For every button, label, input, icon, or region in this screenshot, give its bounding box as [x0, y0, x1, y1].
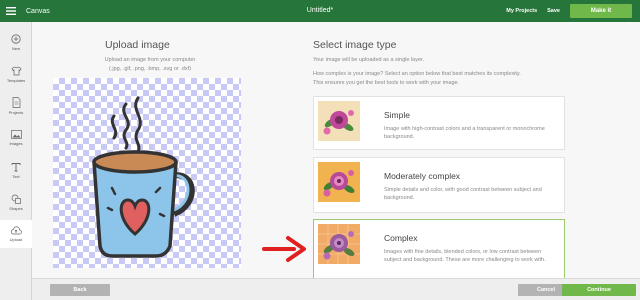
app-title: Canvas [26, 7, 50, 15]
image-icon [10, 130, 22, 139]
option-moderately-complex[interactable]: Moderately complex Simple details and co… [313, 157, 565, 213]
sidebar-label-upload: Upload [9, 237, 23, 242]
option-complex-title: Complex [384, 233, 418, 243]
sidebar-item-images[interactable]: Images [0, 124, 32, 152]
sidebar-item-templates[interactable]: Templates [0, 60, 32, 88]
back-button[interactable]: Back [50, 284, 110, 296]
option-moderate-description: Simple details and color, with good cont… [384, 187, 542, 201]
simple-flower-thumbnail [318, 101, 360, 141]
option-simple-title: Simple [384, 110, 410, 120]
sidebar-label-new: New [11, 45, 20, 51]
plus-circle-icon [11, 33, 21, 44]
sidebar-item-text[interactable]: Text [0, 156, 32, 184]
sidebar-item-projects[interactable]: Projects [0, 92, 32, 120]
shapes-icon [11, 194, 21, 204]
option-moderate-title: Moderately complex [384, 171, 461, 181]
upload-cloud-icon [11, 226, 22, 235]
option-simple-description: Image with high-contrast colors and a tr… [384, 126, 545, 140]
sidebar-item-upload[interactable]: Upload [0, 220, 32, 248]
option-complex-description: Images with fine details, blended colors… [384, 249, 546, 263]
sidebar-label-projects: Projects [8, 110, 24, 115]
save-link[interactable]: Save [547, 8, 560, 14]
left-sidebar: New Templates Projects Images Text Shape… [0, 22, 32, 300]
bottom-bar: Back Cancel Continue [32, 278, 640, 300]
text-icon [11, 162, 21, 171]
continue-button[interactable]: Continue [562, 284, 636, 296]
complexity-question: How complex is your image? Select an opt… [313, 71, 521, 77]
sidebar-item-shapes[interactable]: Shapes [0, 188, 32, 216]
make-it-button[interactable]: Make it [570, 4, 632, 18]
complexity-explanation: This ensures you get the best tools to w… [313, 80, 460, 86]
supported-formats: (.jpg, .gif, .png, .bmp, .svg or .dxf) [109, 66, 191, 72]
sidebar-label-shapes: Shapes [9, 205, 23, 211]
hamburger-menu-icon[interactable] [0, 0, 22, 22]
top-bar: Canvas Untitled* My Projects Save Make i… [0, 0, 640, 22]
my-projects-link[interactable]: My Projects [506, 8, 537, 14]
sidebar-label-templates: Templates [6, 77, 26, 83]
red-arrow-icon [262, 236, 306, 262]
sidebar-label-images: Images [9, 141, 23, 146]
option-complex[interactable]: Complex Images with fine details, blende… [313, 219, 565, 279]
upload-instructions: Upload an image from your computer [104, 57, 196, 63]
tshirt-icon [11, 66, 21, 75]
complex-flower-thumbnail [318, 224, 360, 264]
option-simple[interactable]: Simple Image with high-contrast colors a… [313, 96, 565, 150]
select-image-type-heading: Select image type [313, 39, 397, 51]
sidebar-item-new[interactable]: New [0, 28, 32, 56]
coffee-mug-image [92, 96, 195, 258]
document-icon [12, 97, 20, 108]
moderate-flower-thumbnail [318, 162, 360, 202]
sidebar-label-text: Text [12, 173, 20, 179]
single-layer-note: Your image will be uploaded as a single … [313, 57, 425, 63]
upload-image-heading: Upload image [105, 39, 170, 51]
